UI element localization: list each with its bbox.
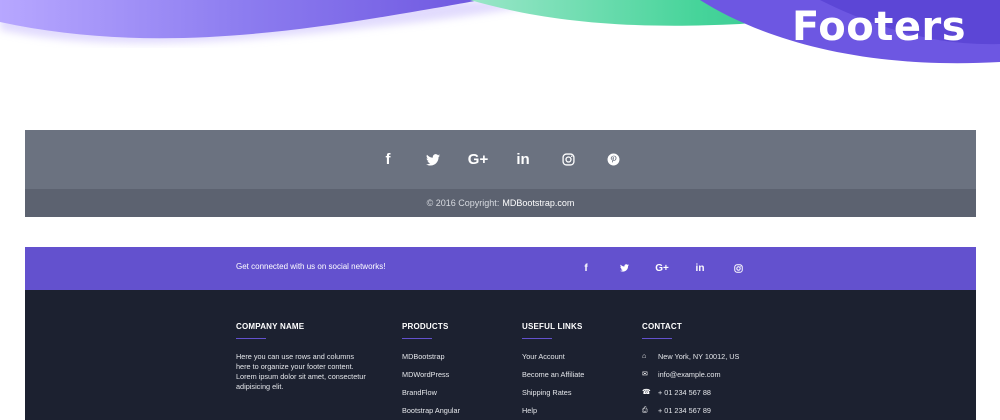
product-link[interactable]: BrandFlow: [402, 388, 460, 406]
contact-title: CONTACT: [642, 322, 682, 331]
contact-address: ⌂ New York, NY 10012, US: [642, 352, 739, 370]
page-title: Footers: [792, 4, 966, 50]
facebook-icon[interactable]: f: [366, 145, 411, 175]
footer-grey: f G+ in © 2016 Copyright: MDBootstrap.co…: [25, 130, 976, 217]
footer-dark: Get connected with us on social networks…: [25, 247, 976, 420]
home-icon: ⌂: [642, 353, 647, 360]
twitter-icon[interactable]: [411, 145, 456, 175]
facebook-icon[interactable]: f: [567, 258, 605, 278]
contact-phone-text: + 01 234 567 88: [658, 388, 711, 397]
company-text: Here you can use rows and columns here t…: [236, 352, 366, 391]
social-icons-row: f G+ in: [25, 130, 976, 189]
envelope-icon: ✉: [642, 371, 648, 378]
twitter-icon[interactable]: [605, 258, 643, 278]
title-divider: [642, 338, 672, 339]
title-divider: [236, 338, 266, 339]
product-link[interactable]: MDBootstrap: [402, 352, 460, 370]
copyright-link[interactable]: MDBootstrap.com: [502, 198, 574, 208]
hero-header: Footers: [0, 0, 1000, 110]
contact-address-text: New York, NY 10012, US: [658, 352, 740, 361]
useful-link[interactable]: Your Account: [522, 352, 584, 370]
contact-fax-text: + 01 234 567 89: [658, 406, 711, 415]
useful-link[interactable]: Help: [522, 406, 584, 420]
contact-email-text[interactable]: info@example.com: [658, 370, 721, 380]
contact-fax: ⎙ + 01 234 567 89: [642, 406, 739, 420]
instagram-icon[interactable]: [546, 145, 591, 175]
company-title: COMPANY NAME: [236, 322, 305, 331]
useful-link[interactable]: Become an Affiliate: [522, 370, 584, 388]
google-plus-icon[interactable]: G+: [643, 258, 681, 278]
useful-links-title: USEFUL LINKS: [522, 322, 583, 331]
useful-links-column: USEFUL LINKS Your Account Become an Affi…: [522, 322, 584, 420]
contact-email: ✉ info@example.com: [642, 370, 739, 388]
social-bar: Get connected with us on social networks…: [25, 247, 976, 290]
contact-phone: ☎ + 01 234 567 88: [642, 388, 739, 406]
product-link[interactable]: Bootstrap Angular: [402, 406, 460, 420]
copyright-text: © 2016 Copyright:: [426, 198, 500, 208]
title-divider: [402, 338, 432, 339]
product-link[interactable]: MDWordPress: [402, 370, 460, 388]
title-divider: [522, 338, 552, 339]
google-plus-icon[interactable]: G+: [456, 145, 501, 175]
pinterest-icon[interactable]: [591, 145, 636, 175]
linkedin-icon[interactable]: in: [681, 258, 719, 278]
useful-link[interactable]: Shipping Rates: [522, 388, 584, 406]
products-column: PRODUCTS MDBootstrap MDWordPress BrandFl…: [402, 322, 460, 420]
products-title: PRODUCTS: [402, 322, 449, 331]
company-column: COMPANY NAME Here you can use rows and c…: [236, 322, 366, 392]
print-icon: ⎙: [642, 407, 648, 414]
phone-icon: ☎: [642, 389, 651, 396]
linkedin-icon[interactable]: in: [501, 145, 546, 175]
copyright-bar: © 2016 Copyright: MDBootstrap.com: [25, 189, 976, 217]
contact-column: CONTACT ⌂ New York, NY 10012, US ✉ info@…: [642, 322, 739, 420]
social-icons-row: f G+ in: [567, 258, 757, 278]
social-bar-text: Get connected with us on social networks…: [236, 262, 386, 271]
instagram-icon[interactable]: [719, 258, 757, 278]
